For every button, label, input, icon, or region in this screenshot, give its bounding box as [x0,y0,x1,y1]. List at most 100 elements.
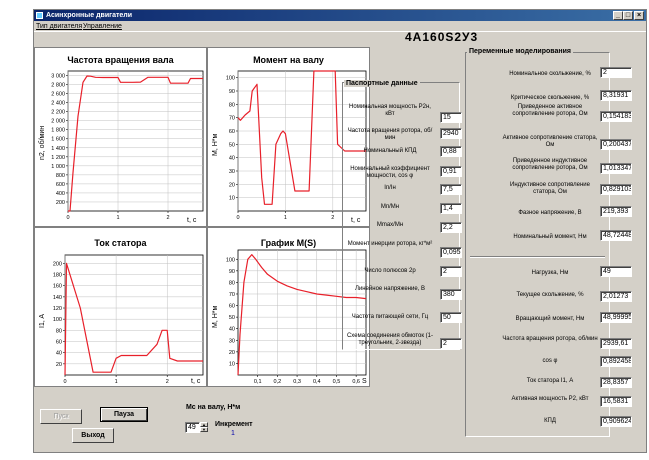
motor-model-title: 4A160S2У3 [405,30,479,44]
passport-input[interactable]: 380 [440,289,462,300]
load-torque-label: Мс на валу, Н*м [186,404,241,411]
vars-input[interactable]: 28,8357 [600,377,632,388]
vars-label: Активная мощность P2, кВт [511,396,589,402]
passport-input[interactable]: 2 [440,266,462,277]
y-tick-label: 100 [226,76,235,82]
passport-label: Частота питающей сети, Гц [351,314,429,320]
x-tick-label: 0,4 [313,379,321,385]
y-tick-label: 80 [229,102,235,108]
vars-label: cos φ [542,358,558,364]
exit-button[interactable]: Выход [72,428,114,443]
y-tick-label: 120 [53,306,62,312]
y-tick-label: 160 [53,284,62,290]
vars-input[interactable]: 16,5831 [600,396,632,407]
vars-input[interactable]: 2939,61 [600,338,632,349]
y-tick-label: 100 [53,317,62,323]
vars-label: Активное сопротивление статора, Ом [502,135,598,148]
passport-label: Iп/Iн [384,185,396,191]
vars-input[interactable]: 8,31931 [600,90,632,101]
y-tick-label: 1 800 [51,128,65,134]
passport-label: Mп/Mн [380,204,400,210]
current-chart-panel: Ток статора I1, A t, c 20 40 60 80 100 120 140… [34,227,207,387]
y-tick-label: 20 [229,350,235,356]
menu-control[interactable]: Управление [83,22,122,31]
passport-input[interactable]: 7,5 [440,184,462,195]
plot-frame [67,70,204,212]
passport-input[interactable]: 0,095 [440,247,462,258]
passport-input[interactable]: 0,91 [440,166,462,177]
y-tick-label: 1 200 [51,155,65,161]
x-tick-label: 0,6 [352,379,360,385]
vars-input[interactable]: 48,99995 [600,312,632,323]
vars-separator [470,256,605,258]
increment-label: Инкремент [215,421,253,428]
y-tick-label: 30 [229,338,235,344]
plot-frame [64,254,204,376]
passport-input[interactable]: 2940 [440,128,462,139]
app-icon [36,12,43,19]
maximize-button[interactable]: □ [623,11,633,20]
y-tick-label: 10 [229,361,235,367]
vars-input[interactable]: 0,200437 [600,139,632,150]
passport-input[interactable]: 2,2 [440,222,462,233]
vars-label: Фазное напряжение, В [518,210,582,216]
y-tick-label: 600 [56,182,65,188]
y-tick-label: 60 [229,129,235,135]
vars-input[interactable]: 0,909624 [600,416,632,427]
vars-label: КПД [544,418,556,424]
passport-label: Частота вращения ротора, об/мин [347,128,433,141]
x-tick-label: 0,5 [333,379,341,385]
y-tick-label: 2 200 [51,110,65,116]
y-tick-label: 70 [229,116,235,122]
vars-label: Нагрузка, Нм [531,270,569,276]
passport-input[interactable]: 0,88 [440,146,462,157]
vars-input[interactable]: 48,72448 [600,230,632,241]
vars-input[interactable]: 0,892458 [600,356,632,367]
vars-input[interactable]: 0,829103 [600,184,632,195]
increment-value: 1 [231,430,235,437]
vars-label: Частота вращения ротора, об/мин [502,336,598,342]
y-tick-label: 40 [229,327,235,333]
vars-label: Индуктивное сопротивление статора, Ом [510,182,590,195]
y-tick-label: 30 [229,169,235,175]
y-tick-label: 90 [229,89,235,95]
pause-button[interactable]: Пауза [100,407,148,422]
passport-input[interactable]: 2 [440,338,462,349]
vars-input[interactable]: 2 [600,67,632,78]
passport-label: Mmax/Mн [376,222,404,228]
y-tick-label: 2 800 [51,83,65,89]
y-tick-label: 80 [229,280,235,286]
x-tick-label: 0 [236,215,239,221]
x-tick-label: 0,2 [274,379,282,385]
vars-input[interactable]: 2,01273 [600,291,632,302]
passport-label: Момент инерции ротора, кг*м² [347,241,433,247]
current-chart-svg: 20 40 60 80 100 120 140 160 180 200 0 1 2 [53,254,204,385]
vars-label: Ток статора I1, А [526,378,574,384]
passport-label: Номинальный коэффициент мощности, cos φ [350,166,430,179]
vars-label: Вращающий момент, Нм [515,316,585,322]
x-tick-label: 1 [284,215,287,221]
y-tick-label: 10 [229,196,235,202]
vars-input[interactable]: 0,154183 [600,111,632,122]
vars-label: Приведенное индуктивное сопротивление ро… [512,158,588,171]
title-bar: Асинхронные двигатели _ □ × [34,10,646,21]
close-button[interactable]: × [634,11,644,20]
vars-input[interactable]: 219,393 [600,206,632,217]
passport-label: Линейное напряжение, В [354,286,426,292]
y-tick-label: 140 [53,295,62,301]
y-tick-label: 400 [56,191,65,197]
vars-input[interactable]: 1,013347 [600,163,632,174]
passport-input[interactable]: 15 [440,112,462,123]
y-tick-label: 40 [56,351,62,357]
menu-bar: Тип двигателя Управление [34,21,646,32]
vars-input[interactable]: 49 [600,266,632,277]
load-torque-input[interactable]: 49 [185,422,200,433]
menu-motor-type[interactable]: Тип двигателя [36,22,82,31]
start-button[interactable]: Пуск [40,409,82,424]
x-tick-label: 1 [115,379,118,385]
vars-label: Текущее скольжение, % [516,292,584,298]
load-torque-spin-down[interactable]: ▼ [200,427,208,432]
passport-input[interactable]: 50 [440,312,462,323]
minimize-button[interactable]: _ [613,11,623,20]
passport-input[interactable]: 1,4 [440,203,462,214]
